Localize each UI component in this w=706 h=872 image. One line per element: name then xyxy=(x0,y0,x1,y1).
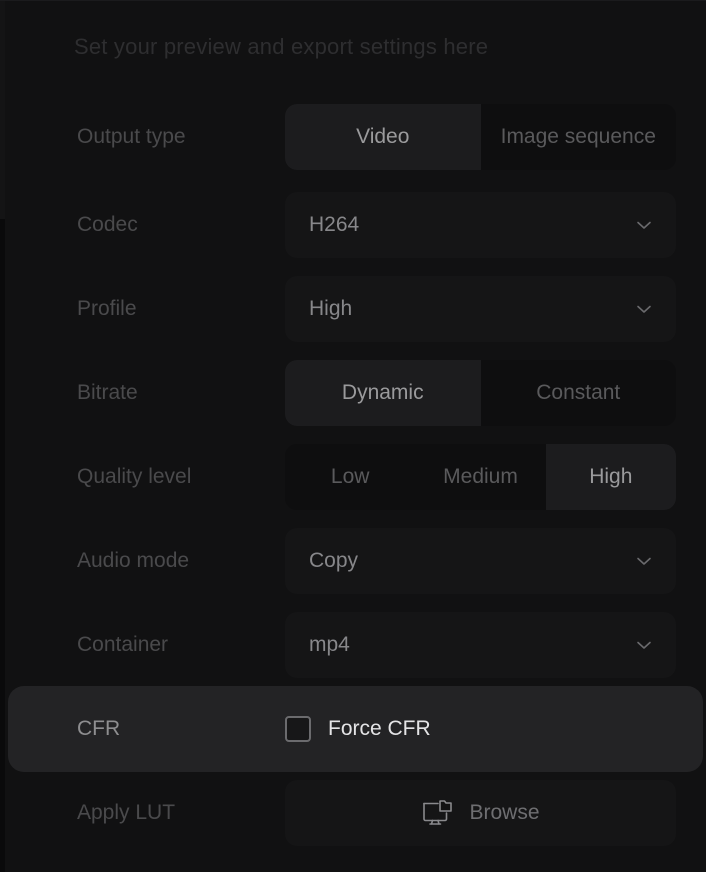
control-output-type: Video Image sequence xyxy=(285,104,676,170)
select-container-value: mp4 xyxy=(309,633,350,656)
segment-bitrate-constant[interactable]: Constant xyxy=(481,360,677,426)
chevron-down-icon xyxy=(634,635,654,655)
select-codec[interactable]: H264 xyxy=(285,192,676,258)
label-bitrate: Bitrate xyxy=(77,381,138,404)
control-cfr: Force CFR xyxy=(285,696,676,762)
row-container: Container mp4 xyxy=(8,602,703,688)
force-cfr-checkbox-group[interactable]: Force CFR xyxy=(285,696,676,762)
segment-output-type-image-sequence[interactable]: Image sequence xyxy=(481,104,677,170)
select-container[interactable]: mp4 xyxy=(285,612,676,678)
control-audio-mode: Copy xyxy=(285,528,676,594)
select-profile-value: High xyxy=(309,297,353,320)
segment-quality-low[interactable]: Low xyxy=(285,444,415,510)
select-codec-value: H264 xyxy=(309,213,360,236)
label-codec: Codec xyxy=(77,213,138,236)
label-quality-level: Quality level xyxy=(77,465,192,488)
label-output-type: Output type xyxy=(77,125,186,148)
monitor-folder-icon xyxy=(421,799,453,827)
force-cfr-checkbox[interactable] xyxy=(285,716,311,742)
chevron-down-icon xyxy=(634,299,654,319)
label-cfr: CFR xyxy=(77,717,121,740)
row-output-type: Output type Video Image sequence xyxy=(8,94,703,180)
row-bitrate: Bitrate Dynamic Constant xyxy=(8,350,703,436)
control-bitrate: Dynamic Constant xyxy=(285,360,676,426)
control-codec: H264 xyxy=(285,192,676,258)
segmented-bitrate[interactable]: Dynamic Constant xyxy=(285,360,676,426)
row-audio-mode: Audio mode Copy xyxy=(8,518,703,604)
segmented-quality-level[interactable]: Low Medium High xyxy=(285,444,676,510)
row-apply-lut: Apply LUT Browse xyxy=(8,770,703,856)
chevron-down-icon xyxy=(634,551,654,571)
settings-panel-body: Set your preview and export settings her… xyxy=(5,1,706,872)
force-cfr-label: Force CFR xyxy=(328,717,431,740)
row-profile: Profile High xyxy=(8,266,703,352)
segment-output-type-video[interactable]: Video xyxy=(285,104,481,170)
segmented-output-type[interactable]: Video Image sequence xyxy=(285,104,676,170)
browse-button[interactable]: Browse xyxy=(285,780,676,846)
page-title: Set your preview and export settings her… xyxy=(74,34,489,59)
label-audio-mode: Audio mode xyxy=(77,549,190,572)
select-audio-mode-value: Copy xyxy=(309,549,359,572)
chevron-down-icon xyxy=(634,215,654,235)
control-container: mp4 xyxy=(285,612,676,678)
segment-quality-high[interactable]: High xyxy=(545,444,676,510)
row-cfr[interactable]: CFR Force CFR xyxy=(8,686,703,772)
segment-bitrate-dynamic[interactable]: Dynamic xyxy=(285,360,481,426)
control-quality-level: Low Medium High xyxy=(285,444,676,510)
control-profile: High xyxy=(285,276,676,342)
export-settings-panel: Set your preview and export settings her… xyxy=(0,0,706,872)
segment-quality-medium[interactable]: Medium xyxy=(415,444,545,510)
control-apply-lut: Browse xyxy=(285,780,676,846)
label-profile: Profile xyxy=(77,297,137,320)
select-audio-mode[interactable]: Copy xyxy=(285,528,676,594)
row-quality-level: Quality level Low Medium High xyxy=(8,434,703,520)
browse-button-label: Browse xyxy=(469,801,540,824)
label-container: Container xyxy=(77,633,169,656)
row-codec: Codec H264 xyxy=(8,182,703,268)
select-profile[interactable]: High xyxy=(285,276,676,342)
label-apply-lut: Apply LUT xyxy=(77,801,176,824)
